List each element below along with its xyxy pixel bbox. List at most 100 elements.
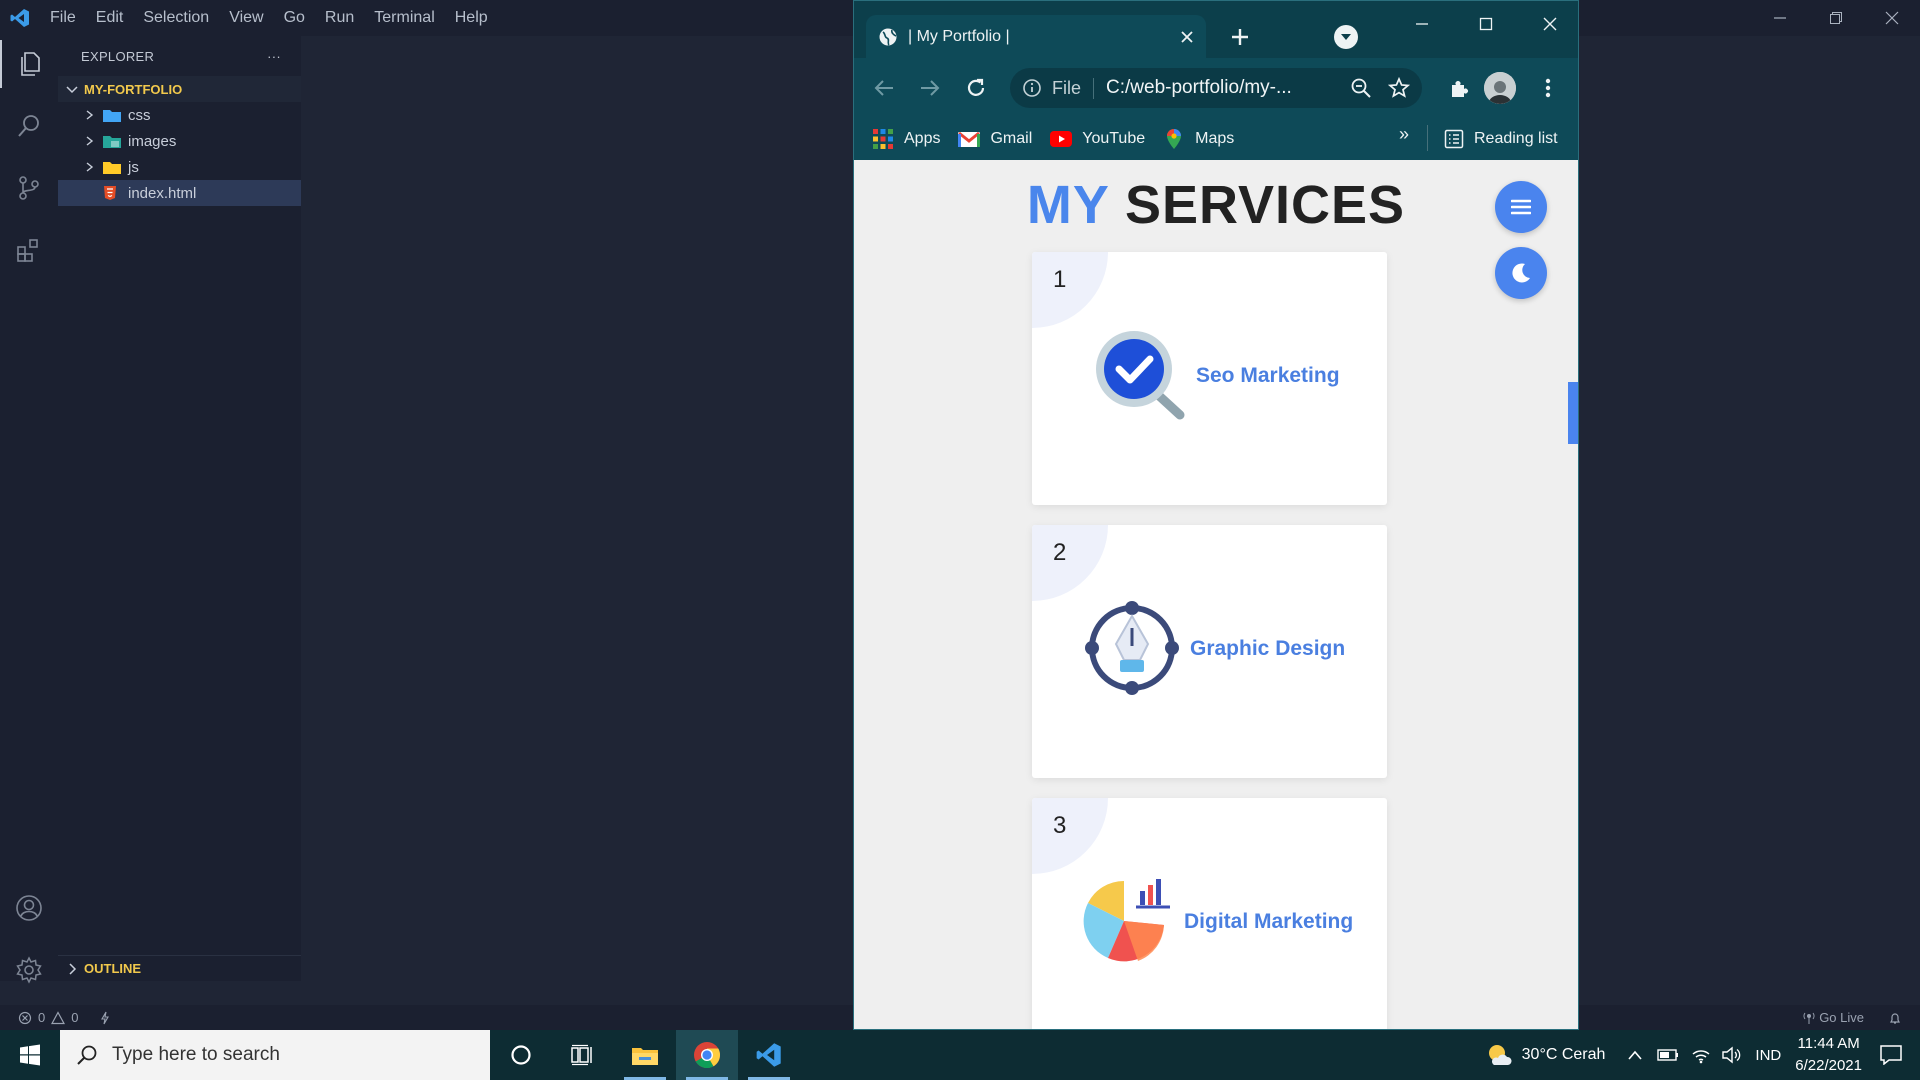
back-arrow-icon[interactable] — [868, 72, 900, 104]
broadcast-icon — [1803, 1012, 1815, 1024]
notifications-bell-icon[interactable] — [1888, 1011, 1902, 1025]
tree-item-css[interactable]: css — [58, 102, 301, 128]
more-actions-icon[interactable]: ··· — [267, 49, 281, 64]
vscode-taskbar-icon[interactable] — [738, 1030, 800, 1080]
globe-icon — [879, 28, 897, 46]
kebab-menu-icon[interactable] — [1532, 72, 1564, 104]
minimize-icon[interactable] — [1394, 9, 1450, 39]
menu-edit[interactable]: Edit — [86, 0, 134, 36]
service-card[interactable]: 2 Graphic Design — [1032, 525, 1387, 778]
page-viewport: MY SERVICES 1 Seo Marketing 2 Graphic De… — [854, 160, 1578, 1029]
task-view-icon[interactable] — [552, 1030, 614, 1080]
youtube-icon — [1050, 129, 1073, 149]
tree-item-index-html[interactable]: index.html — [58, 180, 301, 206]
url-text: C:/web-portfolio/my-... — [1106, 77, 1292, 98]
windows-start-icon[interactable] — [0, 1030, 60, 1080]
tree-item-images[interactable]: images — [58, 128, 301, 154]
go-live-button[interactable]: Go Live — [1803, 1010, 1864, 1025]
tab-search-chevron-icon[interactable] — [1334, 25, 1358, 49]
minimize-icon[interactable] — [1752, 0, 1808, 36]
seo-magnifier-icon — [1096, 331, 1185, 420]
explorer-sidebar: EXPLORER ··· MY-FORTFOLIO css images js … — [58, 36, 301, 981]
service-number: 2 — [1053, 539, 1067, 566]
action-center-icon[interactable] — [1880, 1045, 1902, 1065]
zoom-out-icon[interactable] — [1350, 77, 1372, 99]
close-icon[interactable] — [1522, 9, 1578, 39]
browser-toolbar: File C:/web-portfolio/my-... — [854, 58, 1578, 118]
workspace-root-folder[interactable]: MY-FORTFOLIO — [58, 76, 301, 102]
service-card[interactable]: 3 Digital Marketing — [1032, 798, 1387, 1029]
menu-terminal[interactable]: Terminal — [364, 0, 444, 36]
service-card[interactable]: 1 Seo Marketing — [1032, 252, 1387, 505]
reload-icon[interactable] — [960, 72, 992, 104]
tree-item-label: index.html — [128, 184, 197, 202]
hamburger-menu-button[interactable] — [1495, 181, 1547, 233]
explorer-files-icon[interactable] — [0, 40, 58, 88]
problems-indicator[interactable]: 0 0 — [0, 1010, 112, 1025]
bookmark-youtube[interactable]: YouTube — [1050, 124, 1145, 154]
dark-mode-toggle-button[interactable] — [1495, 247, 1547, 299]
scrollbar-thumb[interactable] — [1568, 382, 1578, 444]
clock-date: 6/22/2021 — [1795, 1057, 1862, 1074]
html-file-icon — [102, 185, 122, 201]
close-tab-icon[interactable] — [1180, 30, 1194, 44]
tab-my-portfolio[interactable]: | My Portfolio | — [866, 15, 1206, 58]
profile-avatar[interactable] — [1484, 72, 1516, 104]
outline-section[interactable]: OUTLINE — [58, 955, 301, 981]
tab-strip: | My Portfolio | — [854, 1, 1578, 58]
info-icon[interactable] — [1022, 78, 1042, 98]
menu-help[interactable]: Help — [445, 0, 498, 36]
tree-item-label: images — [128, 132, 177, 150]
cortana-circle-icon[interactable] — [490, 1030, 552, 1080]
vscode-logo-icon — [0, 0, 40, 36]
bookmark-star-icon[interactable] — [1388, 77, 1410, 99]
settings-gear-icon[interactable] — [0, 946, 58, 994]
chevron-up-icon[interactable] — [1627, 1049, 1643, 1061]
new-tab-plus-icon[interactable] — [1224, 21, 1256, 53]
bookmark-gmail[interactable]: Gmail — [958, 124, 1032, 154]
menu-view[interactable]: View — [219, 0, 273, 36]
more-bookmarks-chevron-icon[interactable]: » — [1399, 124, 1409, 145]
service-name: Seo Marketing — [1196, 364, 1340, 387]
tree-item-label: css — [128, 106, 151, 124]
input-language[interactable]: IND — [1755, 1047, 1781, 1064]
battery-icon[interactable] — [1657, 1048, 1679, 1062]
bookmark-apps[interactable]: Apps — [872, 124, 940, 154]
file-explorer-icon[interactable] — [614, 1030, 676, 1080]
address-bar[interactable]: File C:/web-portfolio/my-... — [1010, 68, 1422, 108]
menu-selection[interactable]: Selection — [133, 0, 219, 36]
url-scheme: File — [1052, 77, 1095, 99]
js-folder-icon — [102, 159, 122, 175]
forward-arrow-icon[interactable] — [914, 72, 946, 104]
tree-item-js[interactable]: js — [58, 154, 301, 180]
service-number: 3 — [1053, 812, 1067, 839]
reading-list-button[interactable]: Reading list — [1444, 118, 1558, 160]
root-folder-label: MY-FORTFOLIO — [84, 81, 183, 97]
restore-icon[interactable] — [1808, 0, 1864, 36]
lightning-icon[interactable] — [98, 1011, 112, 1025]
vscode-window-controls — [1752, 0, 1920, 36]
close-icon[interactable] — [1864, 0, 1920, 36]
search-icon[interactable] — [0, 102, 58, 150]
volume-icon[interactable] — [1721, 1046, 1741, 1064]
menu-file[interactable]: File — [40, 0, 86, 36]
extensions-puzzle-icon[interactable] — [1444, 72, 1476, 104]
chevron-right-icon — [80, 109, 98, 121]
maximize-icon[interactable] — [1458, 9, 1514, 39]
menu-run[interactable]: Run — [315, 0, 364, 36]
menu-go[interactable]: Go — [274, 0, 315, 36]
source-control-icon[interactable] — [0, 164, 58, 212]
chevron-down-icon — [66, 86, 78, 94]
taskbar-clock[interactable]: 11:44 AM 6/22/2021 — [1795, 1033, 1862, 1077]
chrome-taskbar-icon[interactable] — [676, 1030, 738, 1080]
account-icon[interactable] — [0, 884, 58, 932]
weather-widget[interactable]: 30°C Cerah — [1486, 1043, 1605, 1067]
extensions-icon[interactable] — [0, 226, 58, 274]
activity-bar — [0, 36, 58, 984]
taskbar-search-box[interactable]: Type here to search — [60, 1030, 490, 1080]
go-live-label: Go Live — [1819, 1010, 1864, 1025]
warning-count: 0 — [71, 1010, 79, 1025]
bookmark-maps[interactable]: Maps — [1163, 124, 1234, 154]
service-name: Digital Marketing — [1184, 910, 1354, 933]
wifi-icon[interactable] — [1691, 1046, 1711, 1064]
